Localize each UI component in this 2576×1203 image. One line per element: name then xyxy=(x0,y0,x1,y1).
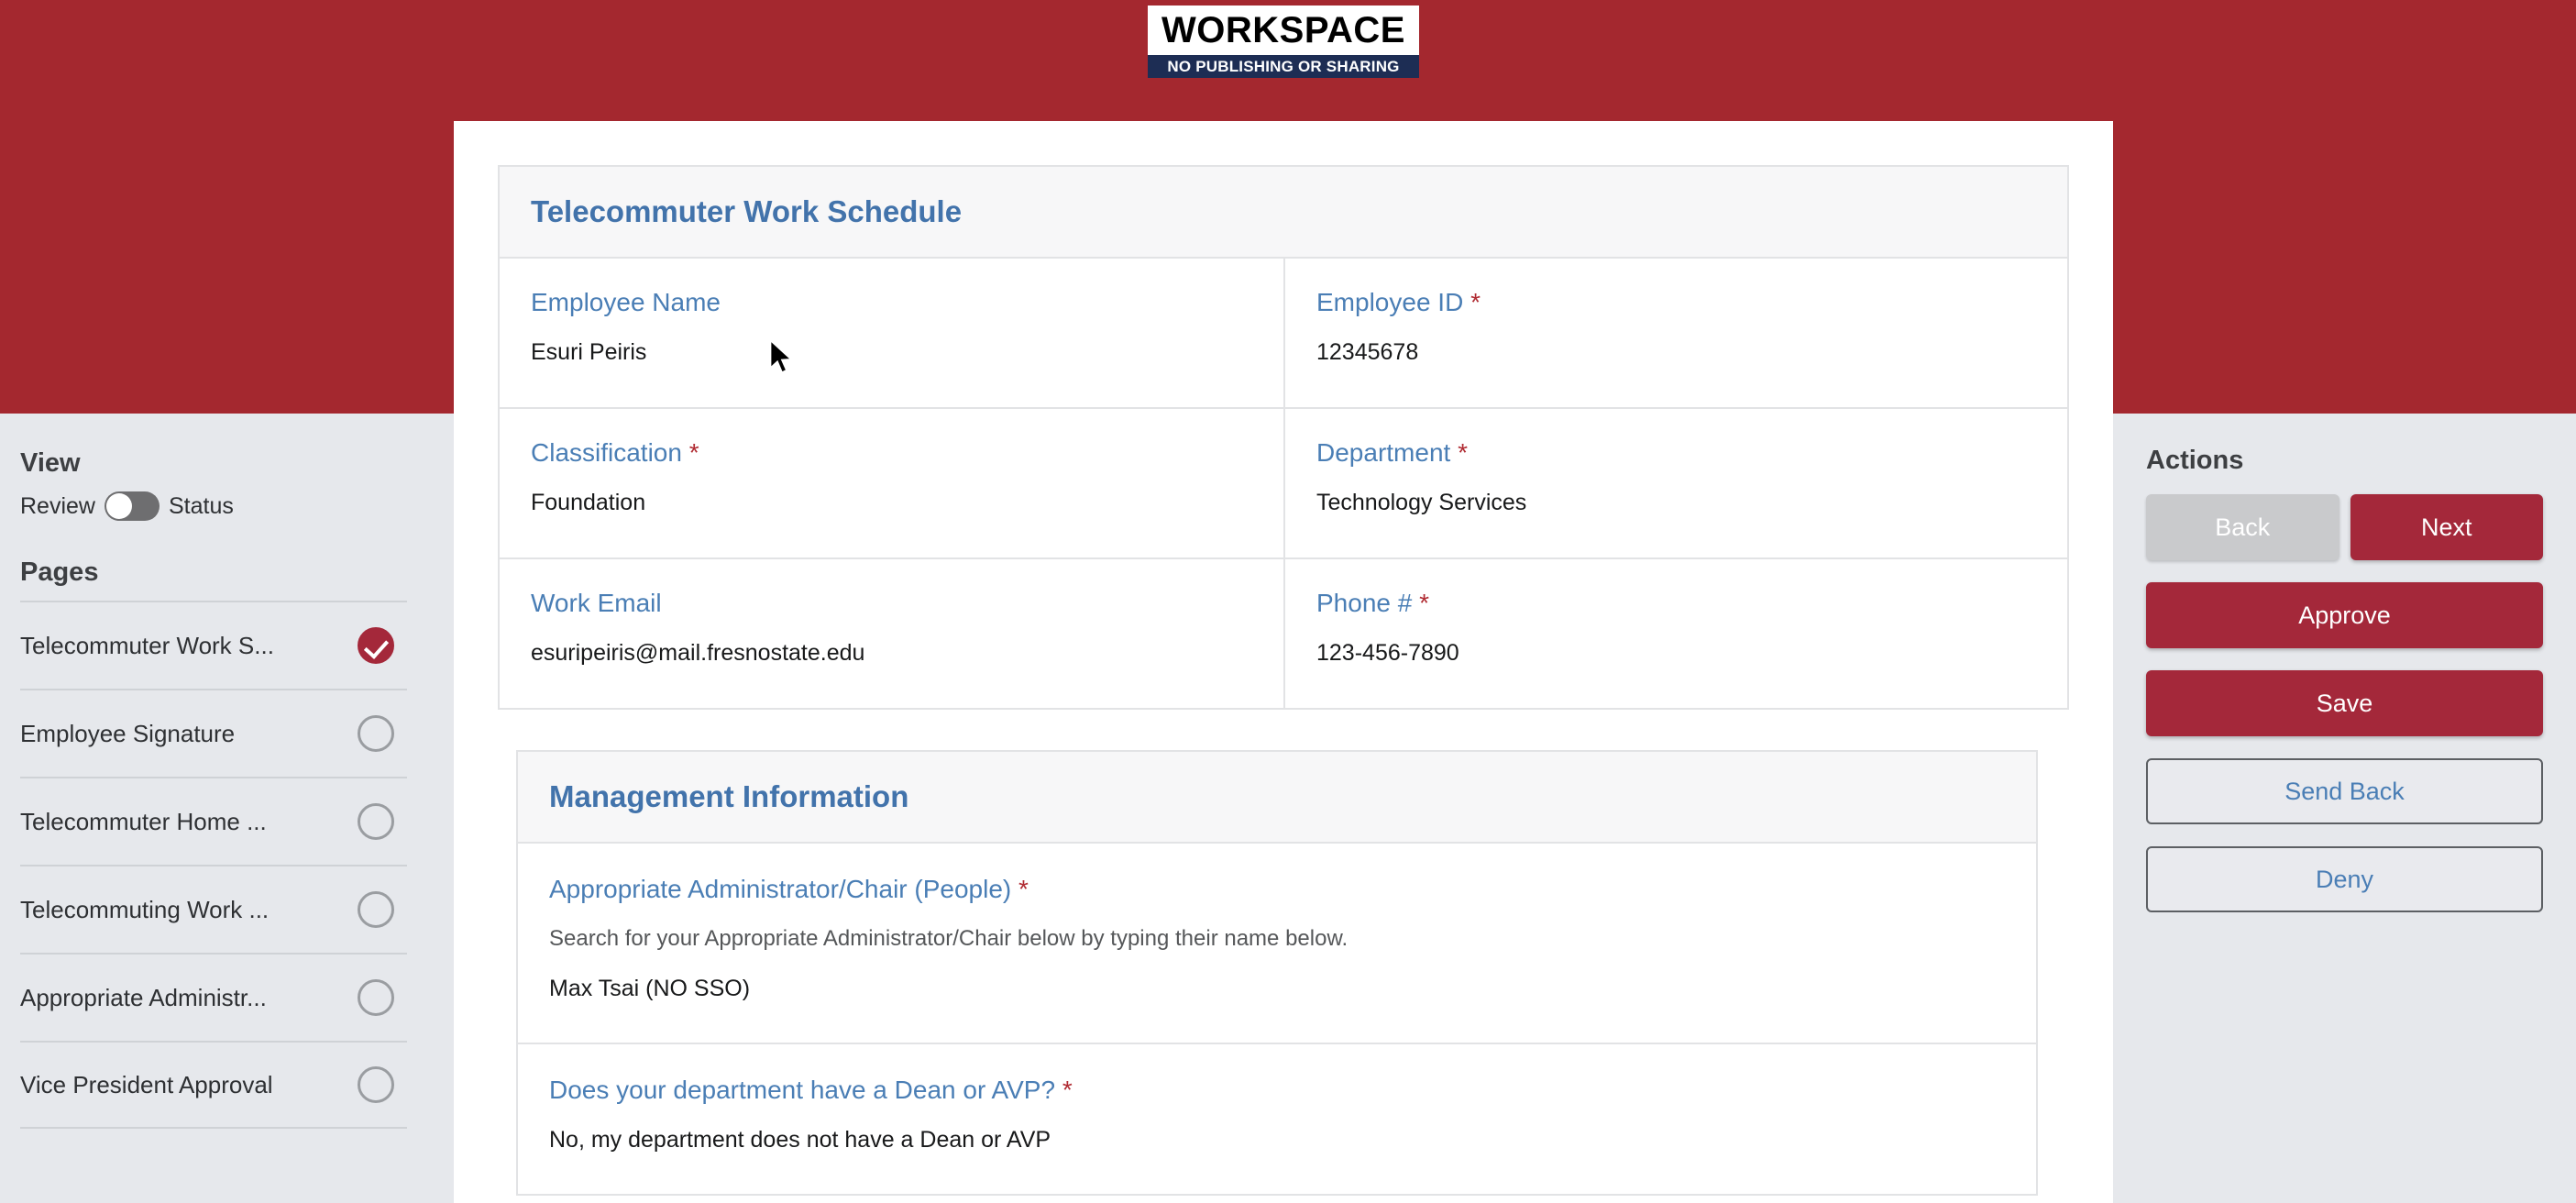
label-text: Employee Name xyxy=(531,288,721,316)
label-text: Does your department have a Dean or AVP? xyxy=(549,1076,1056,1104)
required-marker: * xyxy=(1470,288,1481,316)
field-label: Employee Name xyxy=(531,288,1252,317)
send-back-button[interactable]: Send Back xyxy=(2146,758,2543,824)
field-phone: Phone # * 123-456-7890 xyxy=(1283,559,2067,710)
label-text: Appropriate Administrator/Chair (People) xyxy=(549,875,1012,903)
field-classification: Classification * Foundation xyxy=(500,409,1283,559)
required-marker: * xyxy=(1419,589,1430,617)
toggle-label-status: Status xyxy=(168,492,234,519)
application-root: WORKSPACE NO PUBLISHING OR SHARING View … xyxy=(0,0,2576,1203)
label-text: Phone # xyxy=(1316,589,1413,617)
sidebar-item-telecommuter-work-schedule[interactable]: Telecommuter Work S... xyxy=(20,601,407,689)
field-label: Work Email xyxy=(531,589,1252,618)
field-value: Technology Services xyxy=(1316,490,1527,515)
field-label: Phone # * xyxy=(1316,589,2036,618)
list-item-label: Appropriate Administr... xyxy=(20,983,267,1011)
form-content-inner: Telecommuter Work Schedule Employee Name… xyxy=(454,121,2113,1196)
approve-button[interactable]: Approve xyxy=(2146,582,2543,648)
watermark-title: WORKSPACE xyxy=(1148,6,1419,55)
label-text: Work Email xyxy=(531,589,662,617)
list-item-label: Vice President Approval xyxy=(20,1070,273,1098)
field-department: Department * Technology Services xyxy=(1283,409,2067,559)
field-value: 123-456-7890 xyxy=(1316,640,1459,666)
form-row-3: Work Email esuripeiris@mail.fresnostate.… xyxy=(500,559,2067,710)
management-information-card: Management Information Appropriate Admin… xyxy=(516,750,2038,1196)
next-button[interactable]: Next xyxy=(2350,494,2543,560)
field-value: Foundation xyxy=(531,490,646,515)
sidebar-item-employee-signature[interactable]: Employee Signature xyxy=(20,689,407,777)
field-employee-id: Employee ID * 12345678 xyxy=(1283,259,2067,409)
form-card-header: Telecommuter Work Schedule xyxy=(500,167,2067,259)
back-button[interactable]: Back xyxy=(2146,494,2339,560)
required-marker: * xyxy=(1062,1076,1073,1104)
watermark-subtitle: NO PUBLISHING OR SHARING xyxy=(1148,55,1419,78)
field-label: Does your department have a Dean or AVP?… xyxy=(549,1076,2005,1105)
required-marker: * xyxy=(1018,875,1029,903)
toggle-label-review: Review xyxy=(20,492,95,519)
label-text: Classification xyxy=(531,438,682,467)
deny-button[interactable]: Deny xyxy=(2146,846,2543,912)
field-value: Max Tsai (NO SSO) xyxy=(549,976,751,1001)
list-item-label: Telecommuter Home ... xyxy=(20,807,267,835)
field-value: Esuri Peiris xyxy=(531,339,647,365)
toggle-knob xyxy=(105,493,132,519)
required-marker: * xyxy=(1458,438,1468,467)
management-card-header: Management Information xyxy=(518,752,2036,844)
left-sidebar: View Review Status Pages Telecommuter Wo… xyxy=(0,414,427,1203)
sidebar-item-vice-president-approval[interactable]: Vice President Approval xyxy=(20,1041,407,1129)
sidebar-item-telecommuting-work[interactable]: Telecommuting Work ... xyxy=(20,865,407,953)
telecommuter-work-schedule-card: Telecommuter Work Schedule Employee Name… xyxy=(498,165,2069,710)
label-text: Department xyxy=(1316,438,1451,467)
status-check-icon xyxy=(358,627,394,664)
view-toggle-row: Review Status xyxy=(20,491,407,521)
status-circle-icon xyxy=(358,1066,394,1103)
status-circle-icon xyxy=(358,979,394,1016)
status-circle-icon xyxy=(358,715,394,752)
list-item-label: Telecommuting Work ... xyxy=(20,895,270,923)
field-value: 12345678 xyxy=(1316,339,1419,365)
view-heading: View xyxy=(20,448,81,478)
form-row-2: Classification * Foundation Department *… xyxy=(500,409,2067,559)
field-label: Department * xyxy=(1316,438,2036,468)
field-help-text: Search for your Appropriate Administrato… xyxy=(549,926,1349,951)
sidebar-item-telecommuter-home[interactable]: Telecommuter Home ... xyxy=(20,777,407,865)
form-content-panel: Telecommuter Work Schedule Employee Name… xyxy=(454,121,2113,1203)
list-item-label: Telecommuter Work S... xyxy=(20,631,274,659)
field-work-email: Work Email esuripeiris@mail.fresnostate.… xyxy=(500,559,1283,710)
required-marker: * xyxy=(688,438,699,467)
field-employee-name: Employee Name Esuri Peiris xyxy=(500,259,1283,409)
actions-panel: Actions Back Next Approve Save Send Back… xyxy=(2113,414,2576,1203)
nav-button-row: Back Next xyxy=(2146,494,2543,560)
list-item-label: Employee Signature xyxy=(20,719,236,747)
pages-heading: Pages xyxy=(20,557,99,587)
pages-list: Telecommuter Work S... Employee Signatur… xyxy=(20,601,407,1129)
section-title: Management Information xyxy=(549,779,909,813)
page-title: Telecommuter Work Schedule xyxy=(531,194,963,228)
save-button[interactable]: Save xyxy=(2146,670,2543,736)
workspace-watermark: WORKSPACE NO PUBLISHING OR SHARING xyxy=(1148,6,1419,78)
status-circle-icon xyxy=(358,803,394,840)
review-status-toggle[interactable] xyxy=(104,491,160,521)
field-appropriate-administrator: Appropriate Administrator/Chair (People)… xyxy=(518,844,2036,1044)
form-row-1: Employee Name Esuri Peiris Employee ID *… xyxy=(500,259,2067,409)
field-label: Classification * xyxy=(531,438,1252,468)
label-text: Employee ID xyxy=(1316,288,1464,316)
field-label: Employee ID * xyxy=(1316,288,2036,317)
field-label: Appropriate Administrator/Chair (People)… xyxy=(549,875,2005,904)
field-dean-or-avp: Does your department have a Dean or AVP?… xyxy=(518,1044,2036,1196)
status-circle-icon xyxy=(358,891,394,928)
actions-heading: Actions xyxy=(2146,446,2244,475)
sidebar-item-appropriate-administrator[interactable]: Appropriate Administr... xyxy=(20,953,407,1041)
field-value: esuripeiris@mail.fresnostate.edu xyxy=(531,640,865,666)
field-value: No, my department does not have a Dean o… xyxy=(549,1127,1051,1153)
